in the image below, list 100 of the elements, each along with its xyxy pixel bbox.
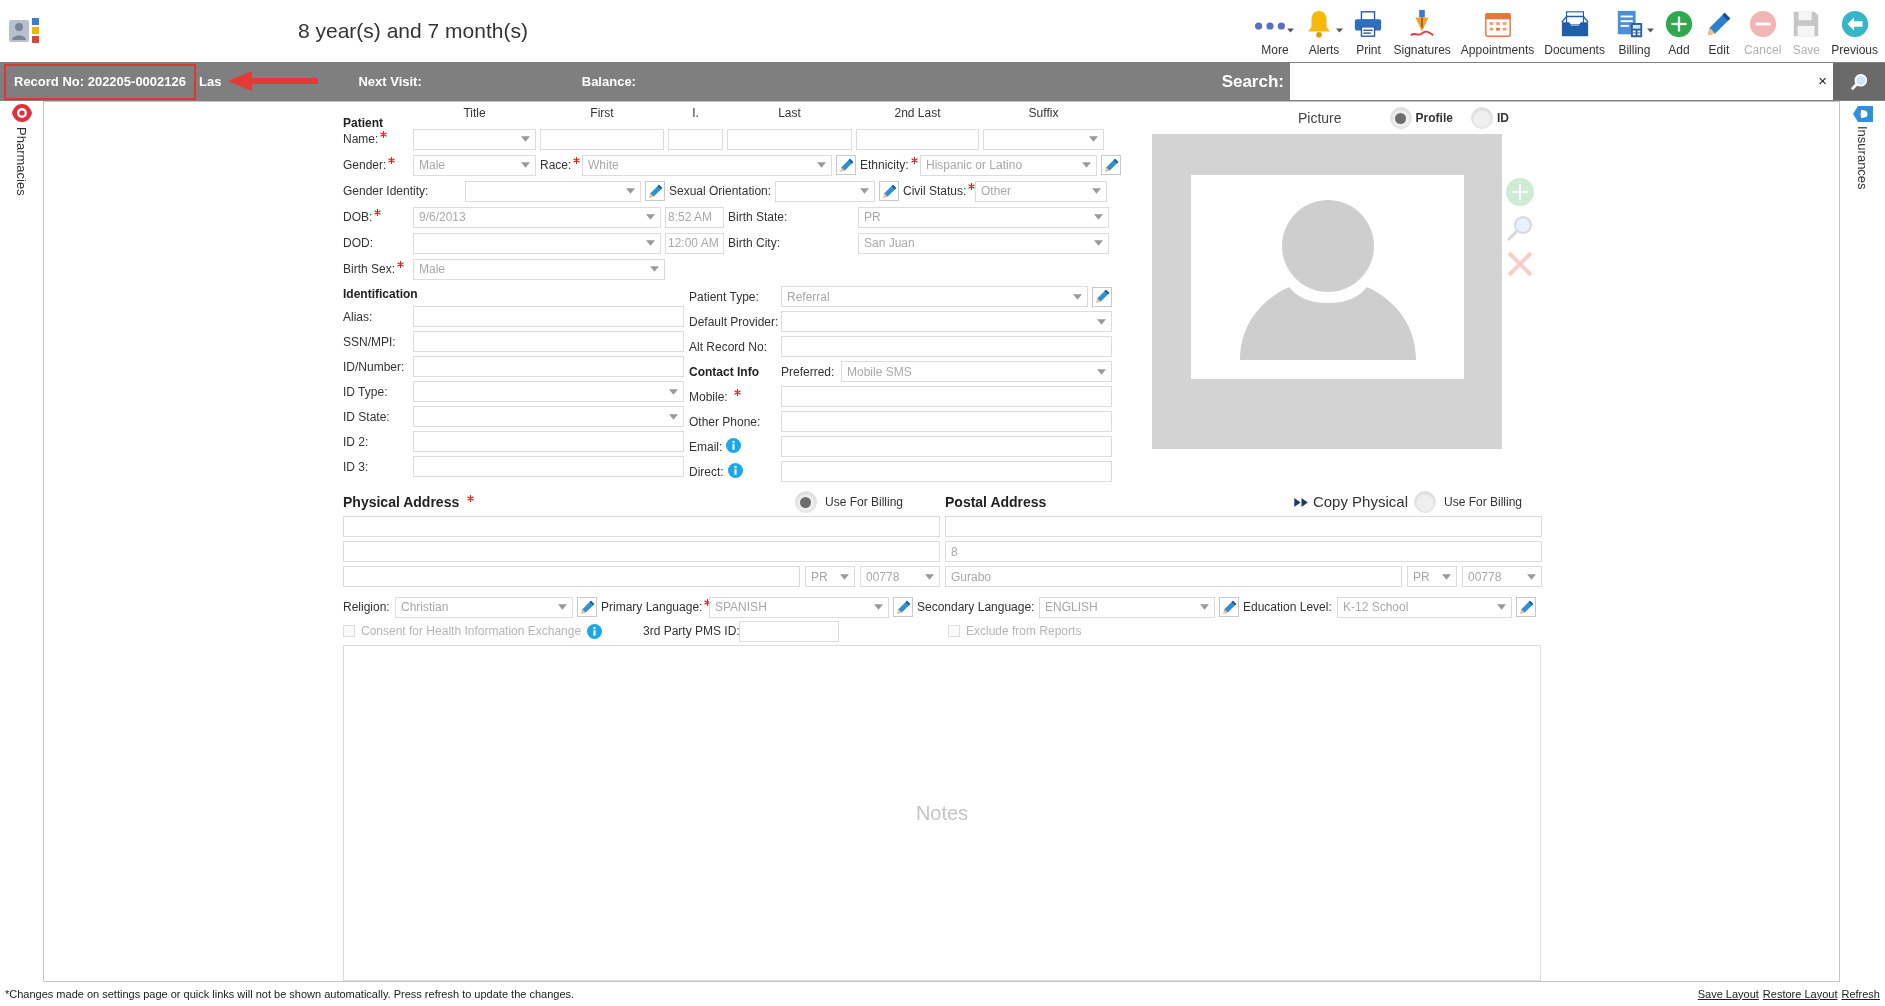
- field-label: SSN/MPI:: [343, 333, 396, 351]
- toolbar-button[interactable]: Appointments: [1456, 2, 1539, 62]
- text-field[interactable]: [540, 128, 664, 150]
- text-field[interactable]: [343, 516, 940, 537]
- toolbar-button[interactable]: Edit: [1699, 2, 1738, 62]
- dropdown-field[interactable]: K-12 School: [1337, 596, 1512, 618]
- dropdown-field[interactable]: [465, 180, 641, 202]
- side-tab[interactable]: Insurances: [1852, 126, 1873, 190]
- text-field[interactable]: 8:52 AM: [665, 206, 724, 228]
- text-field[interactable]: [781, 411, 1112, 432]
- edit-button[interactable]: [1516, 597, 1536, 617]
- footer-link[interactable]: Refresh: [1841, 985, 1880, 1003]
- dropdown-field[interactable]: Referral: [781, 286, 1088, 307]
- text-field[interactable]: [781, 436, 1112, 457]
- info-icon[interactable]: [587, 623, 603, 639]
- footer-link[interactable]: Restore Layout: [1762, 985, 1838, 1003]
- text-field[interactable]: [856, 128, 979, 150]
- dropdown-field[interactable]: 00778: [1462, 566, 1542, 587]
- column-header: Last: [777, 105, 802, 122]
- toolbar-button[interactable]: Print: [1349, 2, 1388, 62]
- radio-button[interactable]: [794, 491, 817, 513]
- tag-icon[interactable]: [1851, 105, 1874, 123]
- toolbar-button[interactable]: Add: [1659, 2, 1698, 62]
- radio-button[interactable]: [1389, 107, 1412, 129]
- dropdown-field[interactable]: [983, 128, 1104, 150]
- dropdown-field[interactable]: San Juan: [858, 232, 1109, 254]
- field-label: DOB:: [343, 209, 373, 226]
- dropdown-field[interactable]: 00778: [860, 566, 940, 587]
- search-field[interactable]: ×: [1290, 63, 1833, 100]
- text-field[interactable]: [781, 386, 1112, 407]
- dropdown-field[interactable]: White: [582, 154, 832, 176]
- dropdown-field[interactable]: [781, 311, 1112, 332]
- eye-icon[interactable]: [10, 103, 33, 123]
- edit-button[interactable]: [879, 181, 899, 201]
- edit-button[interactable]: [893, 597, 913, 617]
- text-field[interactable]: [727, 128, 852, 150]
- dropdown-field[interactable]: PR: [858, 206, 1109, 228]
- toolbar-button[interactable]: Alerts: [1300, 2, 1348, 62]
- field-label: Alias:: [343, 308, 373, 326]
- edit-button[interactable]: [577, 597, 597, 617]
- toolbar-button[interactable]: Signatures: [1389, 2, 1455, 62]
- dropdown-field[interactable]: Hispanic or Latino: [920, 154, 1097, 176]
- dropdown-field[interactable]: [413, 128, 536, 150]
- dropdown-field[interactable]: SPANISH: [709, 596, 889, 618]
- text-field[interactable]: [343, 541, 940, 562]
- copy-physical-button[interactable]: Copy Physical: [1293, 490, 1408, 514]
- edit-button[interactable]: [1219, 597, 1239, 617]
- dropdown-field[interactable]: PR: [1407, 566, 1457, 587]
- radio-button[interactable]: [1413, 491, 1436, 513]
- toolbar-button[interactable]: More: [1251, 2, 1299, 62]
- toolbar-button[interactable]: Documents: [1540, 2, 1609, 62]
- text-field[interactable]: 8: [945, 541, 1542, 562]
- dropdown-field[interactable]: PR: [805, 566, 855, 587]
- text-field[interactable]: 12:00 AM: [665, 232, 724, 254]
- edit-button[interactable]: [645, 181, 665, 201]
- text-field[interactable]: [413, 356, 684, 377]
- text-field[interactable]: [413, 431, 684, 452]
- dropdown-field[interactable]: Christian: [395, 596, 573, 618]
- text-field[interactable]: [413, 306, 684, 327]
- dropdown-field[interactable]: Other: [975, 180, 1107, 202]
- text-field[interactable]: [413, 456, 684, 477]
- dropdown-field[interactable]: 9/6/2013: [413, 206, 661, 228]
- dropdown-field[interactable]: [775, 180, 875, 202]
- dropdown-field[interactable]: [413, 381, 684, 402]
- caret-icon: [1094, 240, 1103, 246]
- caret-icon: [650, 266, 659, 272]
- search-button[interactable]: [1833, 63, 1885, 100]
- text-field[interactable]: [413, 331, 684, 352]
- toolbar-button[interactable]: Previous: [1827, 2, 1882, 62]
- radio-button[interactable]: [1470, 107, 1493, 129]
- toolbar-button[interactable]: Billing: [1610, 2, 1658, 62]
- text-field[interactable]: Gurabo: [945, 566, 1402, 587]
- caret-icon: [1082, 162, 1091, 168]
- dropdown-field[interactable]: Male: [413, 154, 536, 176]
- dropdown-field[interactable]: ENGLISH: [1039, 596, 1215, 618]
- column-header: I.: [691, 105, 700, 122]
- text-field[interactable]: [945, 516, 1542, 537]
- edit-button[interactable]: [836, 155, 856, 175]
- dropdown-field[interactable]: [413, 406, 684, 427]
- clear-button[interactable]: ×: [1818, 70, 1827, 93]
- text-field[interactable]: [343, 566, 800, 587]
- close-icon: [1506, 250, 1534, 278]
- info-icon[interactable]: [726, 437, 742, 453]
- radio-label: ID: [1496, 110, 1509, 127]
- edit-button[interactable]: [1101, 155, 1121, 175]
- text-field[interactable]: [781, 336, 1112, 357]
- text-field[interactable]: [781, 461, 1112, 482]
- notes-field[interactable]: Notes: [343, 645, 1541, 981]
- text-field[interactable]: [739, 620, 839, 642]
- field-label: Patient Type:: [689, 288, 759, 306]
- footer-link[interactable]: Save Layout: [1697, 985, 1759, 1003]
- dropdown-field[interactable]: Male: [413, 258, 665, 280]
- text-field[interactable]: [668, 128, 723, 150]
- dropdown-field[interactable]: Mobile SMS: [841, 361, 1112, 382]
- radio-label: Profile: [1415, 110, 1453, 127]
- info-icon[interactable]: [727, 462, 743, 478]
- field-label: ID/Number:: [343, 358, 405, 376]
- side-tab[interactable]: Pharmacies: [11, 127, 32, 196]
- dropdown-field[interactable]: [413, 232, 661, 254]
- edit-button[interactable]: [1092, 286, 1112, 307]
